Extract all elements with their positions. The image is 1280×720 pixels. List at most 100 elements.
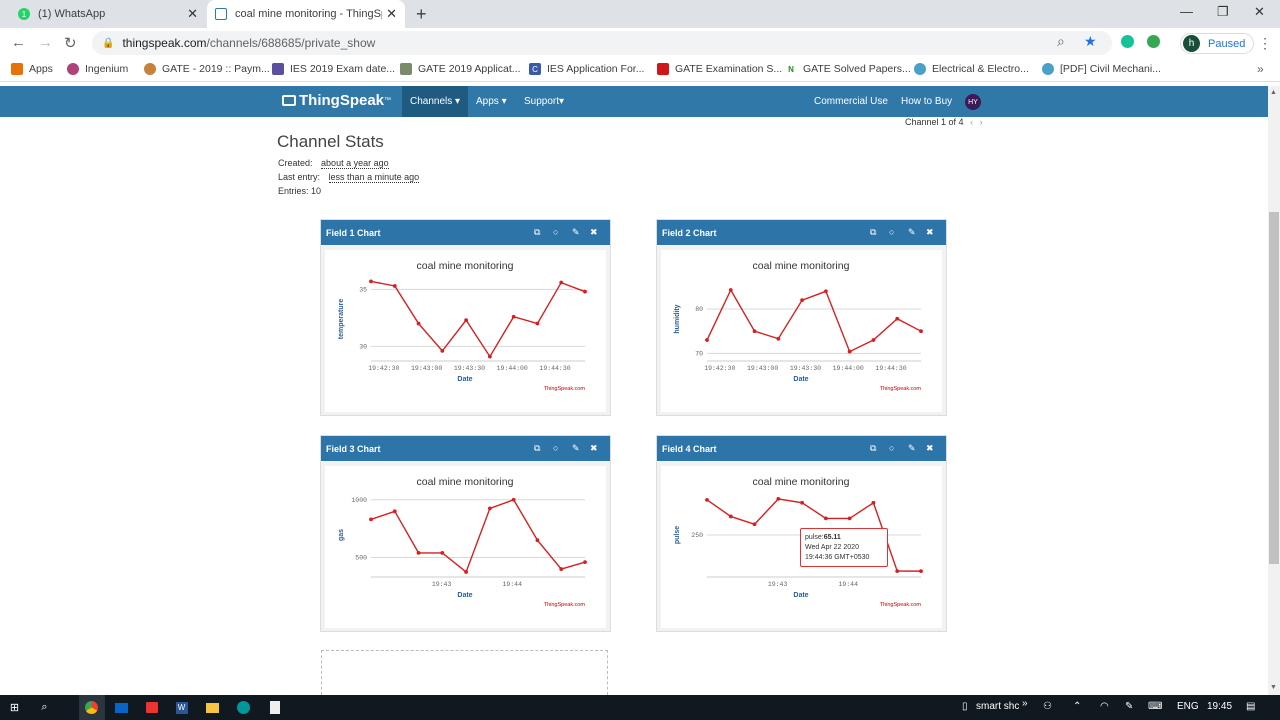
profile-button[interactable]: h Paused [1180, 33, 1255, 54]
notepad-icon[interactable] [266, 699, 283, 716]
data-point [752, 329, 757, 334]
y-tick-label: 70 [695, 350, 703, 357]
tab-thingspeak[interactable]: coal mine monitoring - ThingSpe ✕ [207, 0, 405, 28]
keyboard-icon[interactable]: ⌨ [1148, 701, 1162, 712]
chevron-left-icon[interactable]: ‹ [970, 117, 973, 127]
site-icon [144, 63, 156, 75]
external-link-icon[interactable]: ⧉ [534, 227, 540, 238]
nav-apps[interactable]: Apps ▾ [468, 86, 515, 117]
data-point [559, 280, 564, 285]
comment-icon[interactable]: ○ [889, 443, 894, 453]
pencil-icon[interactable]: ✎ [572, 227, 580, 238]
file-explorer-icon[interactable] [204, 699, 221, 716]
series-line [370, 280, 586, 358]
new-tab-icon[interactable]: + [416, 4, 427, 25]
bookmark-gate-payment[interactable]: GATE - 2019 :: Paym... [144, 63, 270, 75]
chrome-icon[interactable] [83, 699, 100, 716]
close-icon[interactable]: ✖ [926, 443, 934, 454]
nav-channels[interactable]: Channels ▾ [402, 86, 469, 117]
grammarly-icon[interactable] [1121, 35, 1134, 48]
star-icon[interactable]: ★ [1084, 33, 1097, 50]
site-icon: C [529, 63, 541, 75]
forward-arrow-icon[interactable]: → [38, 34, 53, 51]
x-axis-label: Date [457, 376, 472, 383]
bookmark-gate-solved[interactable]: N GATE Solved Papers... [785, 63, 911, 75]
address-bar[interactable]: 🔒 thingspeak.com/channels/688685/private… [92, 31, 1112, 55]
tab-title: (1) WhatsApp [38, 8, 106, 20]
store-icon[interactable] [143, 699, 160, 716]
scroll-up-icon[interactable]: ▲ [1270, 89, 1277, 96]
wifi-icon[interactable]: ◠ [1100, 701, 1109, 712]
bookmark-civil[interactable]: [PDF] Civil Mechani... [1042, 63, 1161, 75]
bookmark-ies-exam[interactable]: IES 2019 Exam date... [272, 63, 395, 75]
clock[interactable]: 19:45 [1207, 701, 1232, 712]
arduino-icon[interactable] [235, 699, 252, 716]
more-bookmarks-icon[interactable]: » [1257, 62, 1264, 76]
tray-up-icon[interactable]: ⌃ [1073, 701, 1081, 712]
minimize-icon[interactable]: — [1180, 4, 1193, 19]
thingspeak-logo[interactable]: ThingSpeak ™ [282, 92, 391, 109]
pencil-icon[interactable]: ✎ [908, 443, 916, 454]
maximize-icon[interactable]: ❐ [1217, 4, 1229, 20]
reload-icon[interactable]: ↻ [64, 34, 77, 52]
zoom-icon[interactable]: ⌕ [1057, 33, 1065, 50]
x-axis-label: Date [793, 376, 808, 383]
pen-icon[interactable]: ✎ [1125, 701, 1133, 712]
user-avatar[interactable]: HY [965, 94, 981, 110]
tab-whatsapp[interactable]: 1 (1) WhatsApp ✕ [10, 0, 206, 28]
comment-icon[interactable]: ○ [553, 443, 558, 453]
chevron-right-icon[interactable]: › [980, 117, 983, 127]
external-link-icon[interactable]: ⧉ [870, 227, 876, 238]
bookmark-apps[interactable]: Apps [11, 63, 53, 75]
data-point [871, 500, 876, 505]
chevron-double-icon[interactable]: » [1022, 698, 1028, 709]
windows-start-icon[interactable]: ⊞ [6, 699, 23, 716]
mail-icon[interactable] [113, 699, 130, 716]
bookmark-ingenium[interactable]: Ingenium [67, 63, 128, 75]
menu-dots-icon[interactable]: ⋮ [1258, 35, 1272, 52]
y-tick-label: 1000 [351, 497, 367, 504]
x-tick-label: 19:43 [768, 581, 788, 588]
bookmark-ies-application[interactable]: C IES Application For... [529, 63, 644, 75]
notification-icon[interactable]: ▤ [1246, 701, 1255, 712]
search-icon[interactable]: ⌕ [36, 699, 53, 716]
bookmark-label: IES 2019 Exam date... [290, 63, 396, 75]
bookmark-gate-examination[interactable]: GATE Examination S... [657, 63, 782, 75]
close-icon[interactable]: ✖ [926, 227, 934, 238]
browser-tab-strip: 1 (1) WhatsApp ✕ coal mine monitoring - … [0, 0, 1280, 28]
close-icon[interactable]: ✖ [590, 227, 598, 238]
language-indicator[interactable]: ENG [1177, 701, 1199, 712]
taskbar-app-label[interactable]: smart shc [976, 701, 1019, 712]
site-icon [400, 63, 412, 75]
scroll-down-icon[interactable]: ▼ [1270, 684, 1277, 691]
external-link-icon[interactable]: ⧉ [870, 443, 876, 454]
people-icon[interactable]: ⚇ [1043, 701, 1052, 712]
data-point [392, 509, 397, 514]
back-arrow-icon[interactable]: ← [11, 34, 26, 51]
close-icon[interactable]: ✕ [386, 6, 397, 22]
window-close-icon[interactable]: ✕ [1254, 4, 1265, 20]
external-link-icon[interactable]: ⧉ [534, 443, 540, 454]
comment-icon[interactable]: ○ [889, 227, 894, 237]
nav-commercial-use[interactable]: Commercial Use [806, 86, 896, 117]
nav-how-to-buy[interactable]: How to Buy [893, 86, 960, 117]
data-point [416, 551, 421, 555]
x-tick-label: 19:43:30 [454, 365, 485, 372]
close-icon[interactable]: ✖ [590, 443, 598, 454]
data-point [535, 538, 540, 543]
bookmark-label: Electrical & Electro... [932, 63, 1029, 75]
chart-area: coal mine monitoring 30 35 19:42:30 19:43:00… [325, 250, 606, 412]
panel-title: Field 2 Chart [657, 220, 946, 245]
extension-icon[interactable] [1147, 35, 1160, 48]
word-icon[interactable]: W [173, 699, 190, 716]
nav-support[interactable]: Support▾ [516, 86, 572, 117]
bookmark-gate-application[interactable]: GATE 2019 Applicat... [400, 63, 521, 75]
close-icon[interactable]: ✕ [187, 6, 198, 22]
comment-icon[interactable]: ○ [553, 227, 558, 237]
bookmark-electrical[interactable]: Electrical & Electro... [914, 63, 1029, 75]
scrollbar-thumb[interactable] [1269, 212, 1279, 564]
chart-area: coal mine monitoring 70 80 19:42:30 19:43:00… [661, 250, 942, 412]
pencil-icon[interactable]: ✎ [572, 443, 580, 454]
pencil-icon[interactable]: ✎ [908, 227, 916, 238]
series-line [706, 288, 922, 353]
